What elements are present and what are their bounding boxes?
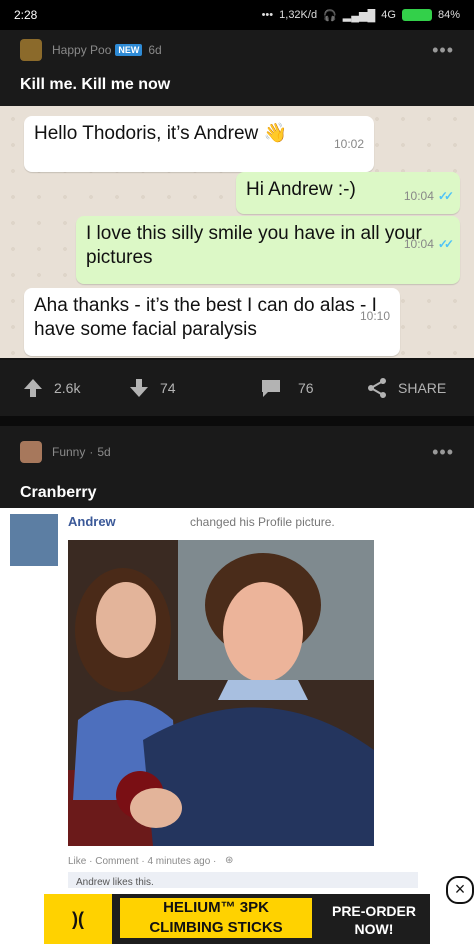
post-card: Happy Poo NEW 6d ••• Kill me. Kill me no… [0,30,474,106]
more-options-icon[interactable]: ••• [432,442,454,463]
waving-hand-icon: 👋 [263,123,288,144]
post-separator [0,416,474,426]
ad-sub: CLIMBING STICKS [149,919,283,936]
share-label: SHARE [398,380,447,396]
headphones-icon: 🎧 [323,9,337,22]
post-header: Happy Poo NEW 6d ••• [0,30,474,70]
comment-icon [262,380,280,397]
downvote-button[interactable]: 74 [128,377,176,399]
fb-meta: Like · Comment · 4 minutes ago · [68,856,217,867]
battery-icon [401,9,432,21]
post-author[interactable]: Happy Poo [52,43,111,57]
downvote-count: 74 [160,380,176,396]
post-image[interactable]: Hello Thodoris, it’s Andrew 👋 10:02 Hi A… [0,106,474,358]
downvote-icon [130,379,148,397]
comment-count: 76 [298,380,314,396]
dots-icon: ••• [261,9,274,21]
post-card: Funny · 5d ••• Cranberry [0,426,474,508]
upvote-button[interactable]: 2.6k [22,377,80,399]
network-speed: 1,32K/d [279,9,318,21]
network-type: 4G [381,9,396,21]
fb-name: Andrew [68,514,116,529]
read-ticks-icon: ✓✓ [437,237,454,251]
new-badge: NEW [115,44,143,56]
upvote-count: 2.6k [54,380,81,396]
post-title[interactable]: Cranberry [0,478,474,508]
message-time: 10:04 [403,189,434,203]
chat-bubble: Hello Thodoris, it’s Andrew 👋 10:02 [24,116,374,172]
ad-box: )( HELIUM™ 3PK CLIMBING STICKS PRE-ORDER… [44,894,430,944]
chat-bubble: Hi Andrew :-) 10:04 ✓✓ [236,172,460,214]
post-image[interactable]: Andrew changed his Profile picture. Like… [0,508,474,888]
status-icons: ••• 1,32K/d 🎧 ▂▄▆█ 4G 84% [262,9,460,22]
profile-photo [68,540,374,846]
message-text: Aha thanks - it’s the best I can do alas… [34,295,377,340]
share-icon [368,378,386,398]
fb-like-line: Andrew likes this. [76,877,154,888]
post-title[interactable]: Kill me. Kill me now [0,70,474,100]
read-ticks-icon: ✓✓ [437,189,454,203]
message-text: Hi Andrew :-) [246,179,356,200]
chat-bubble: I love this silly smile you have in all … [76,216,460,284]
fb-action: changed his Profile picture. [190,515,335,529]
fb-likes-bar: Andrew likes this. [68,872,418,888]
post-header: Funny · 5d ••• [0,426,474,478]
status-bar: 2:28 ••• 1,32K/d 🎧 ▂▄▆█ 4G 84% [0,0,474,30]
ad-banner[interactable]: )( HELIUM™ 3PK CLIMBING STICKS PRE-ORDER… [0,876,474,948]
separator-dot: · [89,445,94,459]
chat-bubble: Aha thanks - it’s the best I can do alas… [24,288,400,356]
ad-brand: HELIUM™ 3PK [163,899,269,916]
close-ad-button[interactable]: × [446,876,474,904]
post-age: 5d [97,445,111,459]
signal-icon: ▂▄▆█ [342,9,376,22]
status-time: 2:28 [14,8,38,22]
share-button[interactable]: SHARE [366,377,446,399]
ad-cta[interactable]: PRE-ORDER NOW! [324,902,424,938]
message-meta: 10:04 ✓✓ [403,184,454,208]
globe-icon: ⊛ [225,855,234,866]
post-actions: 2.6k 74 76 SHARE [0,360,474,416]
comment-button[interactable]: 76 [260,377,314,399]
avatar[interactable] [20,39,42,61]
post-age: 6d [148,43,162,57]
avatar[interactable] [20,441,42,463]
message-text: Hello Thodoris, it’s Andrew [34,123,259,144]
more-options-icon[interactable]: ••• [432,40,454,61]
profile-thumbnail [10,514,58,566]
message-time: 10:02 [333,137,364,151]
ad-product: HELIUM™ 3PK CLIMBING STICKS [120,898,312,938]
upvote-icon [24,379,42,397]
ad-logo: )( [44,894,112,944]
post-author[interactable]: Funny [52,445,85,459]
battery-level: 84% [437,9,460,21]
message-text: I love this silly smile you have in all … [86,223,422,268]
